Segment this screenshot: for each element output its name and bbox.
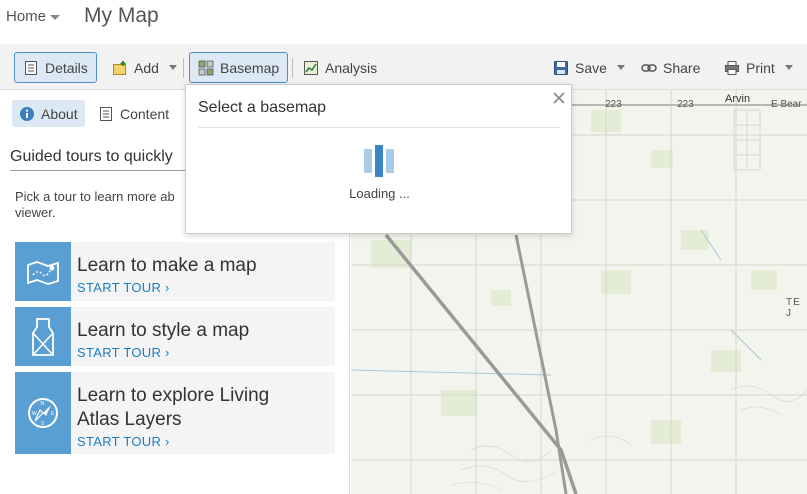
- tour-card-style-map[interactable]: Learn to style a map START TOUR ›: [15, 307, 335, 366]
- tour-card-make-map[interactable]: Learn to make a map START TOUR ›: [15, 242, 335, 301]
- add-label: Add: [134, 59, 159, 76]
- tab-about[interactable]: About: [12, 100, 85, 127]
- home-menu[interactable]: Home: [6, 8, 61, 25]
- basemap-button[interactable]: Basemap: [189, 52, 289, 83]
- map-pin-icon: [15, 242, 71, 301]
- content-list-icon: [100, 106, 112, 121]
- loading-spinner-icon: [364, 145, 394, 177]
- map-title: My Map: [84, 4, 159, 27]
- svg-text:E: E: [51, 411, 55, 417]
- compass-icon: N W E S: [15, 372, 71, 454]
- tour-title: Learn to explore Living Atlas Layers: [77, 384, 327, 432]
- share-label: Share: [663, 59, 701, 76]
- loading-text: Loading ...: [349, 186, 410, 201]
- svg-text:W: W: [32, 411, 37, 417]
- details-icon: [25, 60, 37, 75]
- tour-title: Learn to style a map: [77, 320, 250, 341]
- printer-icon: [725, 60, 739, 75]
- start-tour-link[interactable]: START TOUR ›: [77, 345, 170, 360]
- details-button[interactable]: Details: [14, 52, 97, 83]
- popup-title: Select a basemap: [198, 99, 327, 116]
- toolbar-divider: [292, 58, 293, 78]
- tab-about-label: About: [41, 105, 78, 122]
- analysis-label: Analysis: [325, 59, 378, 76]
- close-icon[interactable]: [552, 91, 566, 105]
- road-label: 223: [677, 99, 694, 110]
- popup-divider: [198, 127, 560, 128]
- tab-content[interactable]: Content: [91, 100, 176, 127]
- style-brush-icon: [15, 307, 71, 366]
- analysis-icon: [304, 60, 318, 75]
- tab-content-label: Content: [120, 105, 170, 122]
- tour-title: Learn to make a map: [77, 255, 257, 276]
- chevron-down-icon: [50, 15, 61, 20]
- info-icon: [20, 106, 34, 121]
- tour-title-line-1: Learn to explore Living: [77, 385, 270, 406]
- chevron-down-icon: [784, 65, 793, 70]
- place-label: TE J: [786, 297, 801, 319]
- link-icon: [641, 63, 657, 72]
- start-tour-link[interactable]: START TOUR ›: [77, 434, 170, 449]
- toolbar-divider: [183, 58, 184, 78]
- save-button[interactable]: Save: [544, 52, 634, 83]
- chevron-down-icon: [168, 65, 177, 70]
- start-tour-link[interactable]: START TOUR ›: [77, 280, 170, 295]
- tour-card-living-atlas[interactable]: N W E S Learn to explore Living Atlas La…: [15, 372, 335, 454]
- road-label: E Bear: [771, 99, 802, 110]
- share-button[interactable]: Share: [632, 52, 709, 83]
- print-button[interactable]: Print: [715, 52, 802, 83]
- tour-title-line-2: Atlas Layers: [77, 409, 182, 430]
- chevron-down-icon: [616, 65, 625, 70]
- add-button[interactable]: Add: [103, 52, 186, 83]
- app-header: Home My Map: [0, 0, 807, 44]
- basemap-label: Basemap: [220, 59, 280, 76]
- road-label: 223: [605, 99, 622, 110]
- analysis-button[interactable]: Analysis: [294, 52, 386, 83]
- guided-tours-heading: Guided tours to quickly: [10, 148, 173, 165]
- place-label: Arvin: [725, 93, 751, 105]
- save-label: Save: [575, 59, 607, 76]
- add-icon: [113, 60, 126, 75]
- print-label: Print: [746, 59, 775, 76]
- save-icon: [554, 60, 568, 75]
- basemap-gallery-popup: Select a basemap Loading ...: [185, 84, 572, 234]
- svg-text:N: N: [41, 401, 45, 407]
- home-label: Home: [6, 8, 47, 25]
- details-label: Details: [45, 59, 88, 76]
- basemap-grid-icon: [198, 60, 214, 75]
